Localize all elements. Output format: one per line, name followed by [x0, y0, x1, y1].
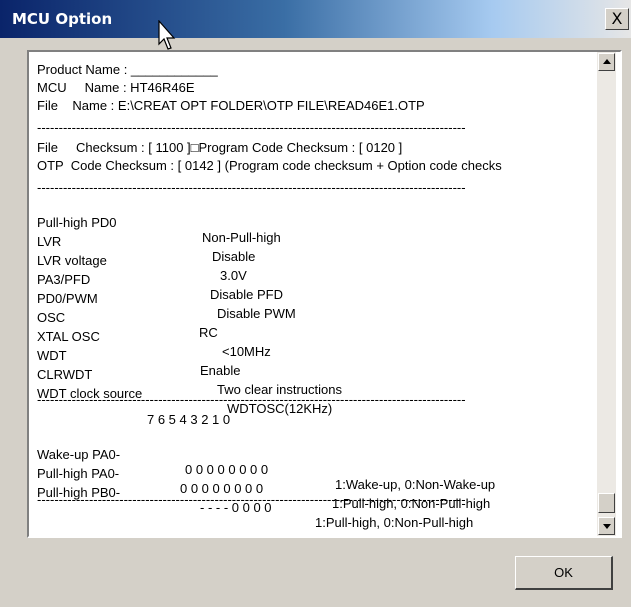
window-title: MCU Option — [12, 10, 113, 28]
option-row: OSC RC — [37, 310, 218, 340]
close-button[interactable]: X — [605, 8, 629, 30]
separator-line: ----------------------------------------… — [37, 180, 466, 195]
mcu-name-line: MCU Name : HT46R46E — [37, 80, 195, 95]
option-row: XTAL OSC <10MHz — [37, 329, 271, 359]
option-row: LVR voltage 3.0V — [37, 253, 247, 283]
otp-checksum-line: OTP Code Checksum : [ 0142 ] (Program co… — [37, 158, 502, 173]
separator-line: ----------------------------------------… — [37, 392, 466, 407]
option-row: LVR Disable — [37, 234, 256, 264]
bit-row: Pull-high PA0- 0 0 0 0 0 0 0 0 1:Pull-hi… — [37, 466, 491, 511]
product-name-line: Product Name : ____________ — [37, 62, 218, 77]
scroll-down-button[interactable] — [598, 517, 615, 535]
separator-line: ----------------------------------------… — [37, 492, 466, 507]
bit-row: Wake-up PA0- 0 0 0 0 0 0 0 0 1:Wake-up, … — [37, 447, 496, 492]
ok-button[interactable]: OK — [515, 556, 613, 590]
mouse-cursor-icon — [158, 20, 176, 50]
arrow-down-icon — [603, 524, 611, 529]
option-row: PD0/PWM Disable PWM — [37, 291, 296, 321]
option-row: Pull-high PD0 Non-Pull-high — [37, 215, 281, 245]
option-text-area[interactable]: Product Name : ____________ MCU Name : H… — [27, 50, 622, 538]
vertical-scrollbar[interactable] — [597, 52, 616, 536]
option-row: CLRWDT Two clear instructions — [37, 367, 342, 397]
option-row: PA3/PFD Disable PFD — [37, 272, 283, 302]
title-bar[interactable]: MCU Option X — [0, 0, 631, 38]
bit-row: Pull-high PB0- - - - - 0 0 0 0 1:Pull-hi… — [37, 485, 474, 530]
scrollbar-thumb[interactable] — [598, 493, 615, 513]
scroll-up-button[interactable] — [598, 53, 615, 71]
separator-line: ----------------------------------------… — [37, 120, 466, 135]
option-row: WDT Enable — [37, 348, 241, 378]
mcu-option-dialog: MCU Option X Product Name : ____________… — [0, 0, 631, 607]
option-row: WDT clock source WDTOSC(12KHz) — [37, 386, 333, 416]
file-name-line: File Name : E:\CREAT OPT FOLDER\OTP FILE… — [37, 98, 425, 113]
bit-index-header: 7 6 5 4 3 2 1 0 — [147, 412, 231, 427]
file-checksum-line: File Checksum : [ 1100 ]□Program Code Ch… — [37, 140, 403, 155]
option-text-content: Product Name : ____________ MCU Name : H… — [37, 62, 597, 532]
arrow-up-icon — [603, 59, 611, 64]
